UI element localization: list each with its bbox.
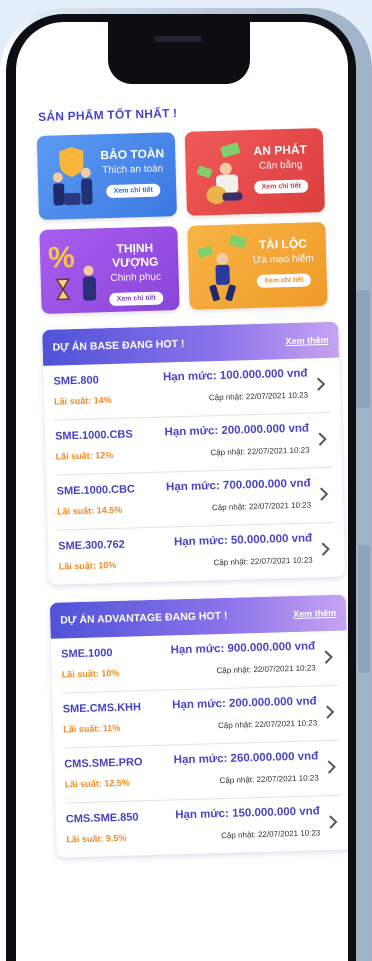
card-text: TÀI LỘC Ưa mạo hiểm Xem chi tiết [248,236,319,288]
product-card-an-phat[interactable]: AN PHÁT Cân bằng Xem chi tiết [184,128,325,216]
project-code: CMS.SME.850 [65,811,139,826]
card-title: AN PHÁT [253,142,308,158]
project-row[interactable]: SME.CMS.KHH Lãi suất: 11% Hạn mức: 200.0… [62,685,340,749]
updated-time: Cập nhật: 22/07/2021 10:23 [217,718,318,731]
card-text: THỊNH VƯỢNG Chinh phục Xem chi tiết [100,240,172,307]
project-row[interactable]: CMS.SME.PRO Lãi suất: 12.5% Hạn mức: 260… [63,740,342,804]
updated-time: Cập nhật: 22/07/2021 10:23 [221,828,321,841]
project-row[interactable]: SME.300.762 Lãi suất: 10% Hạn mức: 50.00… [58,523,335,585]
chevron-right-icon[interactable] [323,704,337,720]
product-grid: BẢO TOÀN Thích an toàn Xem chi tiết AN P… [36,128,338,314]
chevron-right-icon[interactable] [321,649,335,665]
project-code: CMS.SME.PRO [64,756,143,771]
updated-time: Cập nhật: 22/07/2021 10:23 [213,555,313,568]
card-text: AN PHÁT Cân bằng Xem chi tiết [245,142,316,194]
products-section-title: SẢN PHẨM TỐT NHẤT ! [37,106,178,124]
product-card-tai-loc[interactable]: TÀI LỘC Ưa mạo hiểm Xem chi tiết [187,221,328,310]
base-projects-list: DỰ ÁN BASE ĐANG HOT ! Xem thêm SME.800 L… [42,321,346,585]
card-tagline: Ưa mạo hiểm [252,253,314,267]
credit-limit: Hạn mức: 200.000.000 vnđ [172,695,317,712]
project-code: SME.CMS.KHH [62,701,142,716]
card-text: BẢO TOÀN Thích an toàn Xem chi tiết [97,146,168,199]
chevron-right-icon[interactable] [318,541,332,557]
view-detail-button[interactable]: Xem chi tiết [109,291,164,307]
product-card-thinh-vuong[interactable]: % THỊNH VƯỢNG Chinh phục Xem chi tiết [39,226,180,314]
project-row[interactable]: SME.1000.CBC Lãi suất: 14.5% Hạn mức: 70… [56,467,334,531]
card-tagline: Thích an toàn [101,163,164,177]
home-content: SẢN PHẨM TỐT NHẤT ! BẢO TOÀN Thích an to… [36,102,348,858]
interest-rate: Lãi suất: 10% [58,559,117,572]
card-title: THỊNH VƯỢNG [111,240,159,270]
updated-time: Cập nhật: 22/07/2021 10:23 [210,445,310,458]
credit-limit: Hạn mức: 100.000.000 vnđ [162,367,308,384]
project-row[interactable]: SME.1000.CBS Lãi suất: 12% Hạn mức: 200.… [54,412,333,476]
base-list-title: DỰ ÁN BASE ĐANG HOT ! [52,337,185,354]
credit-limit: Hạn mức: 900.000.000 vnđ [170,640,316,657]
project-code: SME.800 [53,374,99,388]
interest-rate: Lãi suất: 10% [61,667,120,680]
project-code: SME.1000 [61,647,113,661]
project-code: SME.300.762 [58,538,125,553]
svg-text:%: % [48,241,76,275]
base-see-more-link[interactable]: Xem thêm [285,335,328,346]
card-title: BẢO TOÀN [100,146,165,163]
app-screen: SẢN PHẨM TỐT NHẤT ! BẢO TOÀN Thích an to… [16,22,348,961]
card-tagline: Cân bằng [258,159,303,172]
advantage-see-more-link[interactable]: Xem thêm [293,608,336,619]
credit-limit: Hạn mức: 260.000.000 vnđ [173,750,319,767]
project-row[interactable]: SME.800 Lãi suất: 14% Hạn mức: 100.000.0… [53,357,331,421]
updated-time: Cập nhật: 22/07/2021 10:23 [211,500,312,513]
project-code: SME.1000.CBC [56,483,136,498]
speaker-grille [154,36,202,42]
credit-limit: Hạn mức: 200.000.000 vnđ [164,422,310,439]
view-detail-button[interactable]: Xem chi tiết [106,183,161,199]
chevron-right-icon[interactable] [315,431,329,447]
interest-rate: Lãi suất: 11% [63,722,121,735]
project-row[interactable]: SME.1000 Lãi suất: 10% Hạn mức: 900.000.… [60,630,339,694]
chevron-right-icon[interactable] [314,376,328,392]
credit-limit: Hạn mức: 50.000.000 vnđ [173,532,313,549]
interest-rate: Lãi suất: 9.5% [66,832,127,845]
interest-rate: Lãi suất: 12.5% [64,777,130,790]
advantage-list-title: DỰ ÁN ADVANTAGE ĐANG HOT ! [60,609,228,627]
chevron-right-icon[interactable] [326,814,340,830]
camera-notch [108,22,250,84]
project-code: SME.1000.CBS [54,428,133,443]
interest-rate: Lãi suất: 14% [54,395,112,407]
view-detail-button[interactable]: Xem chi tiết [257,273,311,288]
project-row[interactable]: CMS.SME.850 Lãi suất: 9.5% Hạn mức: 150.… [65,796,342,858]
chevron-right-icon[interactable] [324,759,338,775]
credit-limit: Hạn mức: 700.000.000 vnđ [165,477,311,494]
card-tagline: Chinh phục [110,271,162,284]
view-detail-button[interactable]: Xem chi tiết [254,179,309,194]
interest-rate: Lãi suất: 14.5% [57,504,123,517]
advantage-projects-list: DỰ ÁN ADVANTAGE ĐANG HOT ! Xem thêm SME.… [49,594,348,858]
updated-time: Cập nhật: 22/07/2021 10:23 [208,390,309,403]
interest-rate: Lãi suất: 12% [55,449,114,462]
card-title: TÀI LỘC [258,236,308,252]
product-card-bao-toan[interactable]: BẢO TOÀN Thích an toàn Xem chi tiết [36,132,178,220]
updated-time: Cập nhật: 22/07/2021 10:23 [216,663,316,676]
credit-limit: Hạn mức: 150.000.000 vnđ [175,805,320,822]
updated-time: Cập nhật: 22/07/2021 10:23 [219,773,319,786]
side-button [358,545,370,673]
side-button [356,290,370,408]
chevron-right-icon[interactable] [317,486,331,502]
